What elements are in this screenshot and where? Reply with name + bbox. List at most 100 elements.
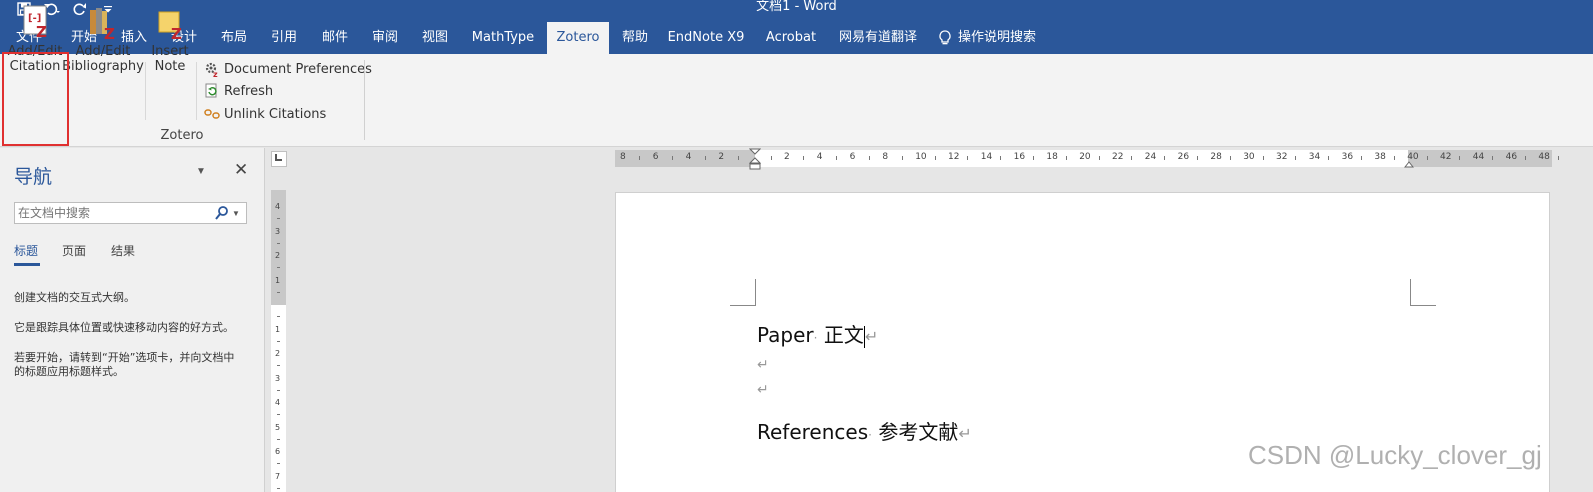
- search-icon[interactable]: [214, 205, 230, 221]
- right-indent-marker[interactable]: [1404, 158, 1414, 168]
- tab-references[interactable]: 引用: [267, 22, 301, 54]
- ruler-tick: [277, 267, 280, 268]
- ruler-tick: [1426, 156, 1428, 160]
- unlink-citations-button[interactable]: Unlink Citations: [204, 104, 326, 124]
- paragraph-body[interactable]: Paper· 正文↵: [757, 319, 878, 348]
- ruler-tick: [869, 156, 870, 160]
- ruler-tick: [1361, 156, 1362, 160]
- ruler-tick: [277, 389, 280, 391]
- paragraph-mark: ↵: [958, 424, 972, 443]
- ruler-tick-label: 20: [1079, 152, 1091, 162]
- tab-selector[interactable]: [271, 151, 287, 167]
- ruler-tick-label: 46: [1505, 152, 1518, 162]
- ruler-tick: [277, 438, 280, 440]
- nav-help-text-3b: 的标题应用标题样式。: [14, 365, 124, 378]
- ruler-tick: [277, 340, 280, 342]
- paragraph-mark: ↵: [757, 382, 769, 398]
- paragraph-mark: ↵: [864, 327, 879, 346]
- ruler-tick-label: 4: [275, 398, 281, 407]
- ruler-tick-label: 6: [849, 152, 856, 162]
- lightbulb-icon: [939, 30, 951, 45]
- ruler-tick: [277, 487, 280, 489]
- tab-help[interactable]: 帮助: [618, 22, 652, 54]
- add-edit-bibliography-label-1: Add/Edit: [75, 44, 131, 59]
- nav-help-text-2: 它是跟踪具体位置或快速移动内容的好方式。: [14, 321, 234, 334]
- references-text-en: References: [757, 420, 869, 444]
- refresh-icon: [205, 83, 217, 98]
- ruler-tick: [277, 365, 280, 366]
- ruler-tick: [1262, 156, 1264, 160]
- vertical-ruler[interactable]: 432112345678: [271, 190, 286, 492]
- horizontal-ruler[interactable]: 8 6 4 2 2 4 6 8 10 12 14 16 18 20 22 24 26 28 30 32 34 36 38 40…: [615, 148, 1559, 170]
- ruler-tick: [1000, 156, 1002, 160]
- ruler-tick: [1098, 156, 1100, 160]
- close-icon[interactable]: ✕: [234, 160, 248, 180]
- ruler-tick-label: 26: [1177, 152, 1190, 162]
- insert-note-label-2: Note: [154, 59, 186, 74]
- ruler-tick: [934, 156, 936, 160]
- ruler-tick: [277, 218, 280, 219]
- ribbon-tab-bar: 文件 开始 插入 设计 布局 引用 邮件 审阅 视图 MathType Zote…: [0, 22, 1593, 54]
- ruler-tick: [672, 156, 674, 160]
- ruler-tick: [1393, 156, 1395, 160]
- tell-me-label: 操作说明搜索: [958, 30, 1037, 45]
- ruler-tick-label: 6: [275, 447, 281, 456]
- tab-view[interactable]: 视图: [418, 22, 452, 54]
- refresh-button[interactable]: Refresh: [204, 81, 273, 101]
- paragraph-references[interactable]: References· 参考文献↵: [757, 416, 972, 445]
- tab-review[interactable]: 审阅: [368, 22, 402, 54]
- add-edit-bibliography-button[interactable]: Z Add/Edit Bibliography: [62, 4, 144, 74]
- nav-pane-options-icon[interactable]: ▼: [196, 166, 206, 177]
- ruler-tick-label: 34: [1308, 152, 1321, 162]
- tab-endnote[interactable]: EndNote X9: [666, 22, 746, 54]
- indent-marker[interactable]: [749, 148, 761, 170]
- ruler-tick: [836, 156, 838, 160]
- tab-mathtype[interactable]: MathType: [468, 22, 538, 54]
- ruler-tick-label: 8: [882, 152, 889, 162]
- tell-me-search[interactable]: 操作说明搜索: [938, 22, 1048, 54]
- watermark: CSDN @Lucky_clover_gj: [1248, 440, 1542, 470]
- insert-note-button[interactable]: Z Insert Note: [148, 4, 192, 74]
- svg-text:Z: Z: [36, 23, 47, 41]
- ruler-tick: [1459, 156, 1461, 160]
- title-bar: 文档1 - Word: [0, 0, 1593, 22]
- crop-mark: [1410, 279, 1436, 306]
- zotero-citation-icon: [-] Z: [23, 5, 47, 41]
- tab-zotero[interactable]: Zotero: [547, 22, 609, 54]
- nav-search-input[interactable]: [18, 206, 214, 220]
- document-preferences-label: Document Preferences: [224, 61, 372, 77]
- ribbon-divider: [145, 62, 146, 120]
- ruler-tick-label: 14: [980, 152, 993, 162]
- add-edit-bibliography-label-2: Bibliography: [62, 59, 144, 74]
- tab-layout[interactable]: 布局: [217, 22, 251, 54]
- nav-help-text-1: 创建文档的交互式大纲。: [14, 291, 135, 304]
- nav-tab-results[interactable]: 结果: [111, 242, 135, 259]
- ruler-tick-label: 2: [275, 251, 281, 260]
- window-title: 文档1 - Word: [756, 0, 837, 14]
- ruler-tick: [705, 156, 706, 160]
- document-preferences-button[interactable]: z Document Preferences: [204, 59, 372, 79]
- ruler-tick: [1557, 156, 1559, 160]
- tab-mailings[interactable]: 邮件: [318, 22, 352, 54]
- nav-tab-headings[interactable]: 标题: [14, 242, 38, 259]
- ruler-tick-label: 30: [1243, 152, 1255, 162]
- ruler-tick-label: 2: [784, 152, 790, 162]
- highlight-annotation-box: [2, 52, 69, 146]
- ruler-tick-label: 36: [1341, 152, 1354, 162]
- ruler-tick: [1295, 156, 1297, 160]
- nav-search-box[interactable]: ▼: [14, 202, 247, 224]
- ruler-tick-label: 38: [1374, 152, 1386, 162]
- ruler-tick-label: 44: [1472, 152, 1485, 162]
- ruler-tick-label: 2: [275, 349, 281, 358]
- body-text-en: Paper: [757, 323, 814, 347]
- references-text-cn: 参考文献: [878, 420, 959, 444]
- tab-acrobat[interactable]: Acrobat: [765, 22, 817, 54]
- nav-tab-active-indicator: [14, 263, 40, 266]
- ruler-tick-label: 22: [1112, 152, 1124, 162]
- nav-pane-title: 导航: [14, 166, 53, 188]
- ruler-tick: [277, 414, 280, 415]
- tab-youdao-translate[interactable]: 网易有道翻译: [838, 22, 918, 54]
- ruler-tick: [277, 242, 280, 244]
- nav-tab-pages[interactable]: 页面: [62, 242, 86, 259]
- search-options-icon[interactable]: ▼: [232, 209, 240, 218]
